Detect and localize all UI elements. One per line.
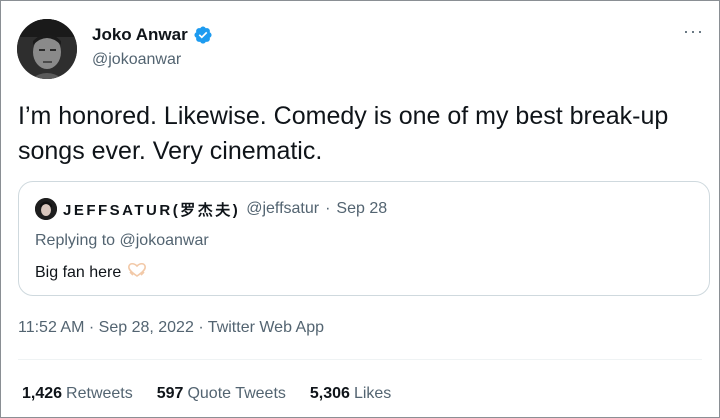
likes-stat[interactable]: 5,306 Likes [310,385,391,403]
verified-badge-icon [193,25,213,45]
quoted-body: Big fan here [35,262,147,283]
quoted-date[interactable]: Sep 28 [336,200,387,218]
engagement-stats: 1,426 Retweets 597 Quote Tweets 5,306 Li… [22,385,391,403]
quoted-author-display-name[interactable]: JEFFSATUR(罗杰夫) [63,199,240,220]
retweets-stat[interactable]: 1,426 Retweets [22,385,133,403]
author-avatar-image [17,19,77,79]
author-name-row[interactable]: Joko Anwar [92,25,213,45]
quoted-author-avatar-image [35,198,57,220]
likes-count: 5,306 [309,385,350,402]
timestamp-separator-2: · [198,319,204,336]
timestamp-separator: · [88,319,95,336]
quoted-separator: · [325,200,331,217]
quoted-author-avatar[interactable] [35,198,57,220]
tweet-card: Joko Anwar @jokoanwar ··· I’m honored. L… [0,0,720,418]
heart-hands-icon [127,262,147,283]
tweet-date[interactable]: Sep 28, 2022 [99,319,194,336]
retweets-count: 1,426 [22,385,63,402]
retweets-label: Retweets [66,385,133,402]
tweet-time[interactable]: 11:52 AM [18,319,84,336]
likes-label: Likes [353,385,392,402]
tweet-text: I’m honored. Likewise. Comedy is one of … [18,102,669,165]
author-handle[interactable]: @jokoanwar [92,51,181,69]
more-options-icon[interactable]: ··· [683,22,704,40]
stats-divider [18,359,702,360]
quote-tweets-stat[interactable]: 597 Quote Tweets [157,385,286,403]
author-avatar[interactable] [17,19,77,79]
quoted-tweet-header: JEFFSATUR(罗杰夫) @jeffsatur · Sep 28 [35,198,387,220]
quoted-author-handle[interactable]: @jeffsatur [246,200,319,218]
quoted-replying-to: Replying to @jokoanwar [35,232,209,249]
quoted-body-text: Big fan here [35,263,122,281]
quote-tweets-count: 597 [156,385,184,402]
quoted-tweet[interactable]: JEFFSATUR(罗杰夫) @jeffsatur · Sep 28 Reply… [18,181,710,296]
author-display-name[interactable]: Joko Anwar [92,25,188,45]
tweet-timestamp: 11:52 AM · Sep 28, 2022 · Twitter Web Ap… [18,319,324,337]
quote-tweets-label: Quote Tweets [187,385,286,402]
tweet-source[interactable]: Twitter Web App [208,319,324,336]
